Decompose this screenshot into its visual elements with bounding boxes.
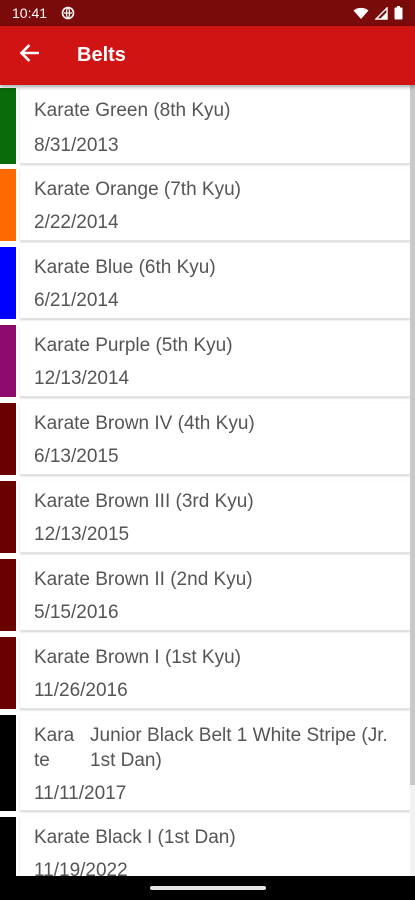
belt-color-swatch [0,817,16,876]
belt-name: Karate Brown II (2nd Kyu) [34,569,253,590]
belt-name: Karate Blue (6th Kyu) [34,257,216,278]
belt-row[interactable]: Karate Green (8th Kyu) 8/31/2013 [0,88,410,164]
belt-name-part1: Kara te [34,725,75,771]
belt-name: Karate Green (8th Kyu) [34,100,231,121]
belt-date: 12/13/2015 [34,524,130,545]
belt-date: 2/22/2014 [34,212,119,233]
home-handle[interactable] [149,886,266,890]
belt-color-swatch [0,325,16,397]
belt-row[interactable]: Karate Brown II (2nd Kyu) 5/15/2016 [0,559,410,631]
belt-name: Karate Black I (1st Dan) [34,827,236,848]
belt-date: 5/15/2016 [34,602,119,623]
belt-color-swatch [0,403,16,475]
belt-date: 6/13/2015 [34,446,119,467]
vpn-icon [61,6,75,20]
signal-icon [375,6,388,20]
belt-date: 6/21/2014 [34,290,119,311]
arrow-left-icon [19,44,40,67]
belt-color-swatch [0,715,16,811]
scrollbar[interactable] [410,85,415,876]
battery-icon [394,6,403,20]
belt-name: Karate Brown III (3rd Kyu) [34,491,254,512]
belt-color-swatch [0,481,16,553]
belt-date: 8/31/2013 [34,135,119,156]
belt-name: Karate Purple (5th Kyu) [34,335,233,356]
belt-list[interactable]: Karate Green (8th Kyu) 8/31/2013 Karate … [0,85,415,876]
belt-row[interactable]: Karate Purple (5th Kyu) 12/13/2014 [0,325,410,397]
back-button[interactable] [0,26,58,85]
belt-row[interactable]: Karate Brown IV (4th Kyu) 6/13/2015 [0,403,410,475]
belt-name: Karate Orange (7th Kyu) [34,179,241,200]
app-bar: Belts [0,26,415,85]
belt-date: 11/26/2016 [34,680,128,701]
page-title: Belts [77,44,126,66]
belt-color-swatch [0,637,16,709]
belt-date: 11/11/2017 [34,783,127,804]
belt-row[interactable]: Karate Black I (1st Dan) 11/19/2022 [0,817,410,876]
belt-row[interactable]: Karate Brown I (1st Kyu) 11/26/2016 [0,637,410,709]
belt-row[interactable]: Kara te Junior Black Belt 1 White Stripe… [0,715,410,811]
belt-color-swatch [0,559,16,631]
belt-name: Karate Brown I (1st Kyu) [34,647,241,668]
belt-name-part2: Junior Black Belt 1 White Stripe (Jr. 1s… [90,725,388,771]
belt-row[interactable]: Karate Blue (6th Kyu) 6/21/2014 [0,247,410,319]
belt-date: 11/19/2022 [34,860,128,876]
belt-color-swatch [0,88,16,164]
wifi-icon [353,7,369,20]
status-time: 10:41 [12,5,48,21]
belt-date: 12/13/2014 [34,368,130,389]
belt-row[interactable]: Karate Orange (7th Kyu) 2/22/2014 [0,169,410,241]
scrollbar-thumb[interactable] [410,85,415,785]
belt-row[interactable]: Karate Brown III (3rd Kyu) 12/13/2015 [0,481,410,553]
belt-color-swatch [0,169,16,241]
status-bar: 10:41 [0,0,415,26]
belt-color-swatch [0,247,16,319]
belt-name: Kara te Junior Black Belt 1 White Stripe… [34,723,410,773]
belt-name: Karate Brown IV (4th Kyu) [34,413,255,434]
navigation-bar [0,876,415,900]
